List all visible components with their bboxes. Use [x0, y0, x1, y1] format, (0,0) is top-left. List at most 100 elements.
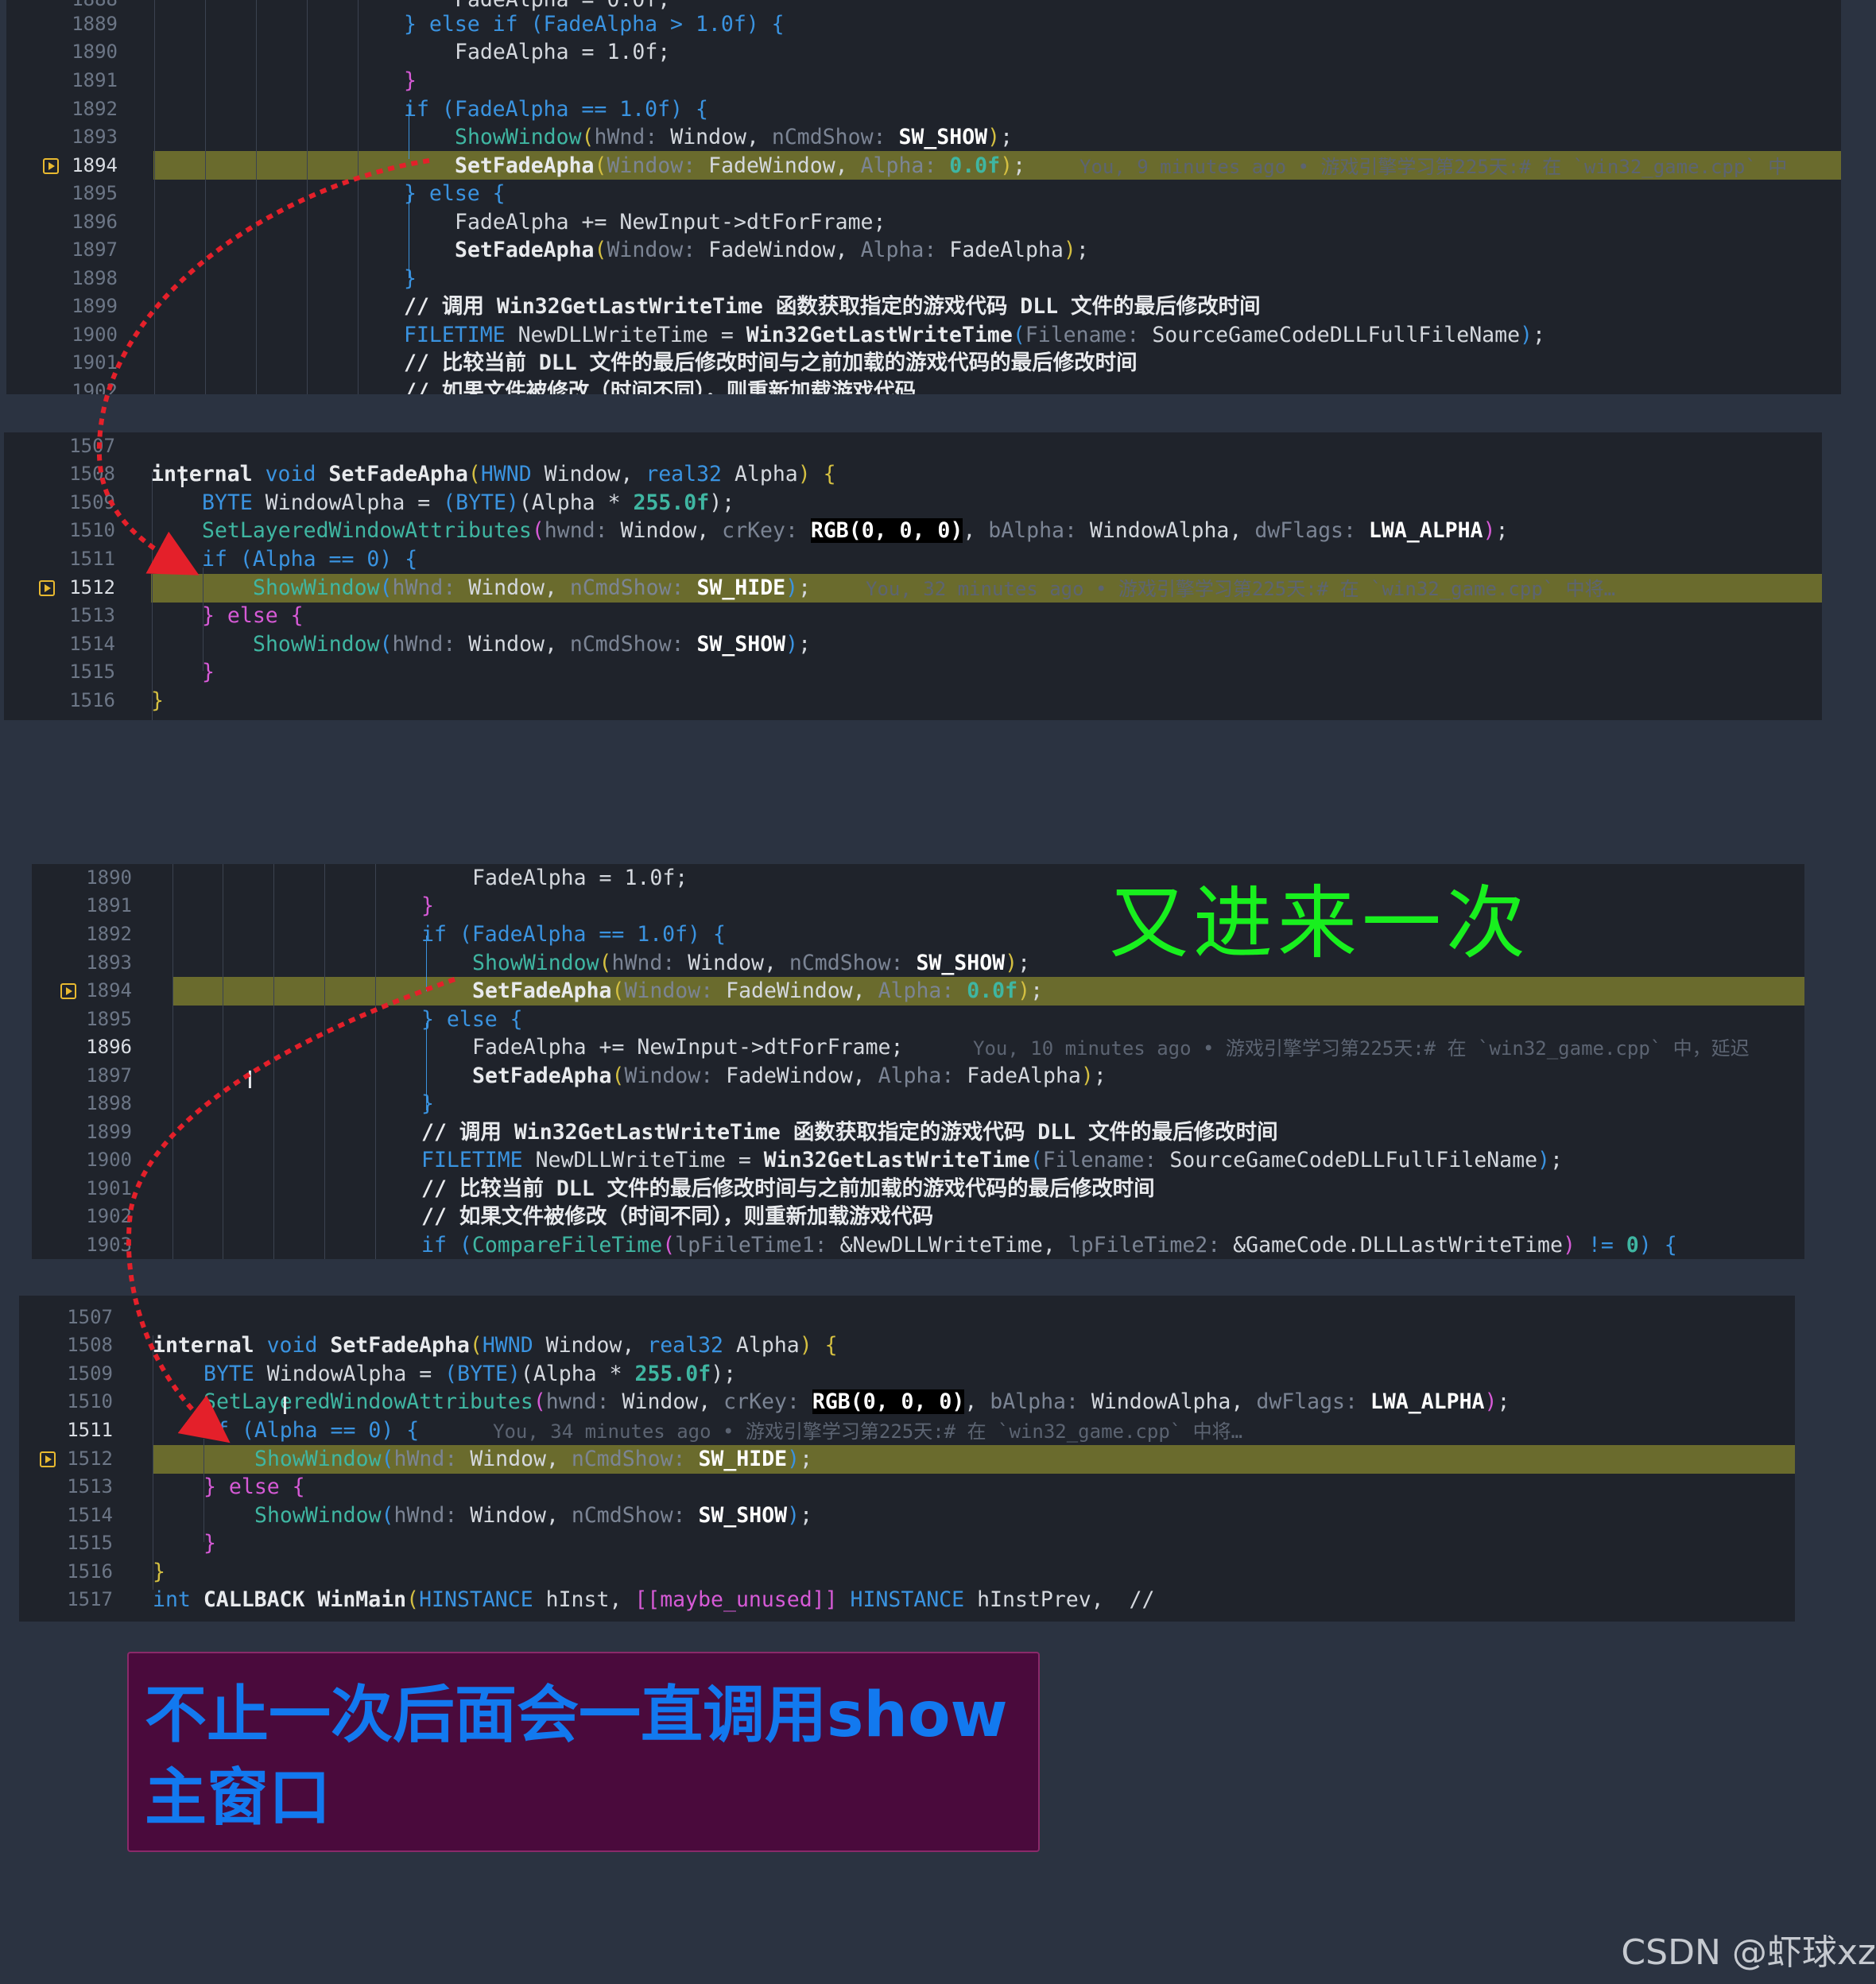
line-number: 1517: [67, 1588, 113, 1610]
constant: SW_SHOW: [684, 632, 786, 657]
code-text: WindowAlpha,: [1078, 1389, 1257, 1414]
param-hint: nCmdShow:: [571, 1503, 686, 1528]
function-name: Win32GetLastWriteTime: [763, 1148, 1030, 1172]
code-text: SourceGameCodeDLLFullFileName: [1139, 323, 1521, 347]
code-text: SourceGameCodeDLLFullFileName: [1157, 1148, 1538, 1172]
text-cursor-icon: Ⅰ: [246, 1067, 254, 1095]
line-number: 1510: [69, 519, 115, 541]
line-number: 1903: [86, 1234, 132, 1256]
code-line: } else if (FadeAlpha > 1.0f) {: [404, 10, 785, 39]
line-number: 1901: [86, 1177, 132, 1199]
param-hint: hwnd:: [545, 1389, 610, 1414]
line-number: 1507: [67, 1306, 113, 1328]
line-number: 1892: [72, 98, 118, 120]
code-line: }: [202, 660, 215, 684]
code-line: if (FadeAlpha == 1.0f) {: [404, 95, 708, 124]
rgb-color-swatch: RGB(0, 0, 0): [810, 518, 963, 543]
line-number: 1509: [67, 1362, 113, 1385]
function-name: Win32GetLastWriteTime: [746, 323, 1013, 347]
operator: !=: [1575, 1233, 1626, 1257]
param-hint: crKey:: [723, 1389, 800, 1414]
param-hint: nCmdShow:: [569, 632, 684, 657]
line-number: 1894: [86, 979, 132, 1002]
function-name: SetFadeApha: [472, 1064, 612, 1088]
code-text: Window,: [531, 462, 646, 486]
line-number: 1515: [67, 1532, 113, 1554]
code-text: hInstPrev, //: [964, 1587, 1155, 1612]
code-comment: // 比较当前 DLL 文件的最后修改时间与之前加载的游戏代码的最后修改时间: [404, 351, 1138, 375]
type-name: HINSTANCE: [419, 1587, 533, 1612]
code-comment: // 调用 Win32GetLastWriteTime 函数获取指定的游戏代码 …: [421, 1120, 1278, 1145]
line-number: 1899: [86, 1121, 132, 1143]
param-hint: hWnd:: [393, 1503, 458, 1528]
type-name: HWND: [482, 1333, 533, 1358]
code-line: ShowWindow(hWnd: Window, nCmdShow: SW_HI…: [254, 1447, 813, 1471]
keyword: internal: [153, 1333, 254, 1358]
code-line: }: [421, 893, 434, 918]
param-hint: Window:: [607, 153, 696, 178]
constant: LWA_ALPHA: [1355, 518, 1483, 543]
line-number: 1889: [72, 13, 118, 35]
code-line: SetLayeredWindowAttributes(hwnd: Window,…: [202, 518, 1509, 543]
code-text: } else {: [404, 181, 506, 206]
line-number: 1890: [72, 41, 118, 63]
keyword: void: [252, 462, 329, 486]
code-text: Window,: [457, 1447, 572, 1471]
number: 0.0f: [936, 153, 1001, 178]
line-number: 1508: [67, 1334, 113, 1356]
code-text: FadeAlpha: [936, 238, 1064, 262]
code-text: FadeWindow,: [696, 153, 861, 178]
code-text: NewDLLWriteTime =: [522, 1148, 764, 1172]
breakpoint-icon[interactable]: [60, 983, 76, 999]
function-name: ShowWindow: [455, 125, 582, 149]
code-line: }: [203, 1531, 216, 1556]
annotation-note-green: 又进来一次: [1109, 877, 1530, 970]
code-line: ShowWindow(hWnd: Window, nCmdShow: SW_SH…: [472, 951, 1031, 975]
code-text: WindowAlpha,: [1076, 518, 1255, 543]
param-hint: Filename:: [1025, 323, 1140, 347]
number: 0: [1626, 1233, 1639, 1257]
number: 255.0f: [634, 1362, 711, 1386]
line-number: 1894: [72, 154, 118, 176]
code-line: internal void SetFadeApha(HWND Window, r…: [151, 462, 836, 486]
code-line: FadeAlpha += NewInput->dtForFrame;: [455, 210, 886, 234]
line-number: 1513: [69, 604, 115, 626]
git-blame-annotation[interactable]: You, 34 minutes ago • 游戏引擎学习第225天:# 在 `w…: [493, 1418, 1242, 1447]
keyword: CALLBACK: [190, 1587, 318, 1612]
code-text: FadeWindow,: [713, 978, 878, 1003]
constant: SW_HIDE: [684, 575, 786, 600]
code-line: FadeAlpha = 1.0f;: [472, 866, 688, 890]
keyword: void: [254, 1333, 331, 1358]
git-blame-annotation[interactable]: You, 9 minutes ago • 游戏引擎学习第225天:# 在 `wi…: [1079, 153, 1787, 182]
git-blame-annotation[interactable]: You, 32 minutes ago • 游戏引擎学习第225天:# 在 `w…: [866, 575, 1615, 604]
code-panel-2: 1507 1508 1509 1510 1511 1512 1513 1514 …: [4, 432, 1822, 720]
text-cursor-icon: Ⅰ: [281, 1393, 289, 1420]
breakpoint-icon[interactable]: [40, 1451, 56, 1467]
code-text: &GameCode.DLLLastWriteTime: [1220, 1233, 1563, 1257]
code-line: if (Alpha == 0) {: [203, 1418, 420, 1443]
line-number: 1898: [86, 1092, 132, 1114]
git-blame-annotation[interactable]: You, 10 minutes ago • 游戏引擎学习第225天:# 在 `w…: [973, 1035, 1750, 1064]
line-number: 1892: [86, 923, 132, 945]
breakpoint-icon[interactable]: [39, 580, 55, 596]
line-number: 1902: [72, 380, 118, 394]
line-number: 1509: [69, 491, 115, 513]
param-hint: Window:: [624, 1064, 714, 1088]
line-number: 1895: [72, 182, 118, 204]
line-number: 1891: [86, 894, 132, 916]
function-name: ShowWindow: [254, 1503, 382, 1528]
param-hint: nCmdShow:: [569, 575, 684, 600]
line-number: 1891: [72, 69, 118, 91]
code-line: if (CompareFileTime(lpFileTime1: &NewDLL…: [421, 1233, 1677, 1257]
breakpoint-icon[interactable]: [43, 158, 59, 174]
code-line: SetFadeApha(Window: FadeWindow, Alpha: 0…: [472, 978, 1044, 1003]
param-hint: nCmdShow:: [789, 951, 904, 975]
line-number: 1508: [69, 463, 115, 485]
type-name: FILETIME: [421, 1148, 523, 1172]
code-text: Window,: [455, 575, 570, 600]
param-hint: hWnd:: [393, 1447, 458, 1471]
code-line: ShowWindow(hWnd: Window, nCmdShow: SW_SH…: [254, 1503, 813, 1528]
type-name: BYTE: [202, 490, 253, 515]
constant: SW_SHOW: [886, 125, 988, 149]
line-number: 1510: [67, 1390, 113, 1412]
